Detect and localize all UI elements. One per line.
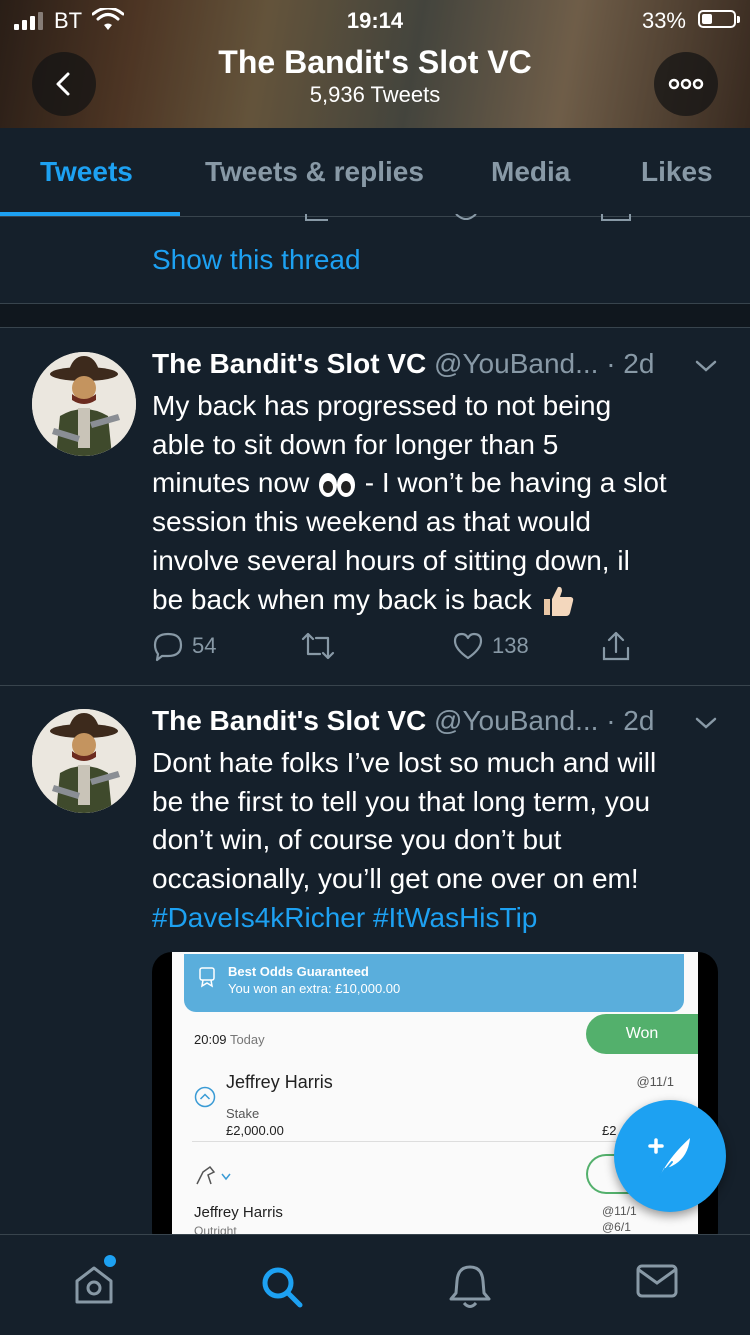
search-icon[interactable] [258,1263,306,1311]
tweet-author-name: The Bandit's Slot VC [152,348,427,379]
tweet-actions: 54 138 [152,630,712,670]
selection-name: Jeffrey Harris [226,1072,333,1092]
tweet-text-line: minutes now - I won’t be having a slot [152,464,722,503]
mail-icon[interactable] [636,1263,678,1299]
tweet-text-segment: be back when my back is back [152,583,532,615]
tweet-text: My back has progressed to not being able… [152,387,722,619]
avatar[interactable] [32,352,136,456]
share-icon [602,631,630,661]
feather-plus-icon [648,1138,690,1177]
bandit-avatar-icon [32,352,136,456]
avatar[interactable] [32,709,136,813]
profile-name: The Bandit's Slot VC [218,44,532,80]
tweet-author-handle: @YouBand... [434,348,599,379]
status-time: 19:14 [346,8,404,33]
tweet-text-line: don’t win, of course you don’t but [152,824,562,856]
heart-icon [453,632,483,660]
won-status-badge: Won [586,1014,698,1054]
home-icon[interactable] [72,1263,116,1307]
tweet-timestamp: · 2d [606,705,655,736]
tweet-media-image[interactable]: Best Odds Guaranteed You won an extra: £… [152,952,718,1252]
show-thread-link[interactable]: Show this thread [152,244,361,276]
hashtag-link[interactable]: #DaveIs4kRicher [152,902,365,933]
bandit-avatar-icon [32,709,136,813]
tweet-text-line: be the first to tell you that long term,… [152,785,651,817]
battery-icon [698,10,740,28]
tweet-hashtags: #DaveIs4kRicher #ItWasHisTip [152,899,722,938]
tweet-author-handle: @YouBand... [434,705,599,736]
tweet-count: 5,936 Tweets [309,82,441,107]
tweet-text-line: My back has progressed to not being [152,390,612,421]
selection-odds: @11/1 [636,1074,674,1089]
chevron-down-icon[interactable] [694,715,718,731]
section-gap [0,304,750,328]
thumbs-up-emoji-icon [543,586,573,617]
retweet-button[interactable] [300,630,336,662]
new-content-dot [104,1255,116,1267]
stake-label: Stake [226,1106,260,1121]
divider [0,685,750,686]
bell-icon[interactable] [448,1263,492,1311]
divider [192,1141,662,1142]
like-button[interactable]: 138 [452,630,529,662]
profile-tabs: Tweets Tweets & replies Media Likes [0,128,750,217]
bet-day: Today [229,1032,265,1047]
bet-time: 20:09 Today [194,1032,265,1047]
tab-tweets-and-replies[interactable]: Tweets & replies [205,156,424,188]
banner-subtitle: You won an extra: £10,000.00 [228,981,401,996]
reply-count: 54 [192,633,217,658]
compose-tweet-button[interactable] [614,1100,726,1212]
best-odds-banner: Best Odds Guaranteed You won an extra: £… [184,954,684,1012]
horse-icon [196,1165,231,1185]
tweet-timestamp: · 2d [606,348,655,379]
chevron-up-circle-icon [194,1086,216,1108]
badge-icon [199,967,215,988]
share-button[interactable] [600,630,632,662]
eyes-emoji-icon [318,473,355,498]
tweet-text-line: be back when my back is back [152,581,722,620]
tweet-text-line: session this weekend as that would [152,506,591,538]
tab-media[interactable]: Media [491,156,570,188]
tab-tweets[interactable]: Tweets [40,156,133,188]
more-dots-icon [668,78,704,90]
tweet-header: The Bandit's Slot VC @YouBand... · 2d [152,705,712,737]
retweet-icon [301,632,335,660]
tab-likes[interactable]: Likes [641,156,713,188]
returns-value: £2 [602,1123,617,1138]
tweet-text-line: Dont hate folks I’ve lost so much and wi… [152,747,657,778]
reply-button[interactable]: 54 [152,630,216,662]
chevron-down-icon[interactable] [694,358,718,374]
tweet-header: The Bandit's Slot VC @YouBand... · 2d [152,348,712,380]
tweet-text-segment: minutes now [152,467,310,499]
tweet-text: Dont hate folks I’ve lost so much and wi… [152,744,722,938]
previous-tweet-actions [305,214,631,221]
tweet-author-name: The Bandit's Slot VC [152,705,427,736]
tweet-text-line: able to sit down for longer than 5 [152,428,559,460]
more-options-button[interactable] [654,52,718,116]
battery-percent: 33% [641,8,686,33]
reply-icon [153,632,183,662]
tweet-text-line: involve several hours of sitting down, i… [152,544,630,576]
bottom-navigation [0,1234,750,1335]
tweet-text-segment: - I won’t be having a slot [356,467,667,499]
bet-slip-screenshot: Best Odds Guaranteed You won an extra: £… [172,952,698,1252]
like-count: 138 [492,633,529,658]
selection2-odds: @11/1 [602,1204,637,1218]
hashtag-link[interactable]: #ItWasHisTip [373,902,537,933]
status-bar: BT 19:14 33% [0,0,750,40]
stake-value: £2,000.00 [226,1123,284,1138]
selection2-odds-previous: @6/1 [602,1220,631,1234]
selection2-name: Jeffrey Harris [194,1204,283,1221]
divider [0,327,750,328]
tweet-text-line: occasionally, you’ll get one over on em! [152,863,639,895]
bet-time-value: 20:09 [194,1032,227,1047]
banner-title: Best Odds Guaranteed [228,964,369,979]
